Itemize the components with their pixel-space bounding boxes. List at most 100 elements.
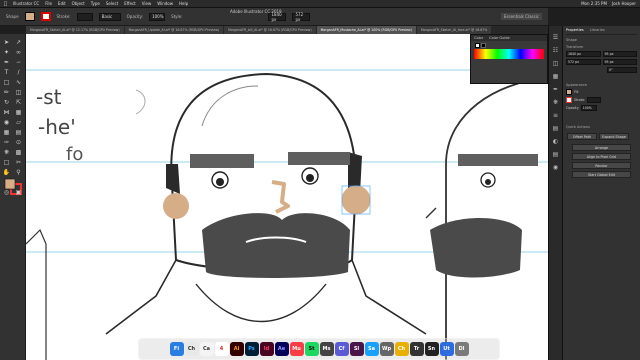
- magic-wand-tool-icon[interactable]: ✦: [1, 48, 13, 58]
- width-tool-icon[interactable]: ⋈: [1, 108, 13, 118]
- dock-app-aftereffects[interactable]: Ae: [274, 342, 289, 356]
- color-tab[interactable]: Color: [474, 36, 483, 40]
- stroke-panel-icon[interactable]: ≡: [553, 112, 558, 119]
- black-swatch[interactable]: [481, 43, 486, 48]
- pen-tool-icon[interactable]: ✒: [1, 58, 13, 68]
- screen-mode-icon[interactable]: ▣: [13, 188, 25, 198]
- opacity-field-props[interactable]: 100%: [580, 105, 597, 111]
- direct-selection-tool-icon[interactable]: ↗: [13, 38, 25, 48]
- stroke-weight-props[interactable]: [586, 97, 601, 103]
- dock-app-music[interactable]: Mu: [289, 342, 304, 356]
- dock-app-illustrator[interactable]: Ai: [229, 342, 244, 356]
- swatches-panel-icon[interactable]: ▦: [553, 73, 559, 80]
- h-field[interactable]: 95 px: [602, 59, 637, 65]
- dock-app-2[interactable]: Ch: [184, 342, 199, 356]
- mesh-tool-icon[interactable]: ▦: [1, 128, 13, 138]
- stroke-swatch[interactable]: [40, 12, 51, 21]
- tab-libraries[interactable]: Libraries: [590, 28, 605, 32]
- y-field[interactable]: 572 px: [566, 59, 601, 65]
- brushes-panel-icon[interactable]: ✒: [553, 86, 558, 93]
- transparency-panel-icon[interactable]: ◐: [553, 138, 558, 145]
- line-tool-icon[interactable]: ∕: [13, 68, 25, 78]
- color-guide-tab[interactable]: Color Guide: [489, 36, 510, 40]
- dock-app-slack[interactable]: Sl: [349, 342, 364, 356]
- expand-shape-button[interactable]: Expand Shape: [599, 133, 629, 140]
- free-transform-tool-icon[interactable]: ▦: [13, 108, 25, 118]
- menu-app[interactable]: Illustrator CC: [13, 1, 39, 6]
- menu-view[interactable]: View: [142, 1, 152, 6]
- graph-tool-icon[interactable]: ▩: [13, 148, 25, 158]
- white-swatch[interactable]: [475, 43, 480, 48]
- appearance-fill-swatch[interactable]: [566, 89, 572, 95]
- user-label[interactable]: Josh Hooper: [612, 1, 636, 6]
- tab-doc-5[interactable]: MorganAFR_Sketch_AI_face.ai* @ 16.67%: [416, 26, 492, 34]
- dock-app-11[interactable]: Ms: [319, 342, 334, 356]
- menu-type[interactable]: Type: [91, 1, 100, 6]
- menu-help[interactable]: Help: [179, 1, 188, 6]
- tab-doc-1[interactable]: MorganAFR_Sketch_AI.ai* @ 12.17% (RGB/GP…: [26, 26, 124, 34]
- height-field[interactable]: 572 px: [292, 12, 311, 22]
- angle-field[interactable]: 0°: [607, 67, 637, 73]
- paintbrush-tool-icon[interactable]: ∿: [13, 78, 25, 88]
- tab-doc-2[interactable]: MorganAFR_Update_AI.ai* @ 16.67% (RGB/GP…: [124, 26, 224, 34]
- tab-doc-4[interactable]: MorganAFR_Mustache_AI.ai* @ 100% (RGB/GP…: [316, 26, 416, 34]
- slice-tool-icon[interactable]: ✂: [13, 158, 25, 168]
- workspace-switcher[interactable]: Essentials Classic: [500, 13, 542, 20]
- tab-properties[interactable]: Properties: [566, 28, 584, 32]
- start-global-edit-button[interactable]: Start Global Edit: [572, 171, 631, 178]
- dock-app-17[interactable]: Tr: [409, 342, 424, 356]
- curvature-tool-icon[interactable]: ∽: [13, 58, 25, 68]
- offset-path-button[interactable]: Offset Path: [567, 133, 597, 140]
- dock-app-15[interactable]: Wp: [379, 342, 394, 356]
- tab-doc-3[interactable]: MorganAFR_bill_AI.ai* @ 16.67% (RGB/GPU …: [224, 26, 316, 34]
- lasso-tool-icon[interactable]: ∞: [13, 48, 25, 58]
- symbol-sprayer-tool-icon[interactable]: ❋: [1, 148, 13, 158]
- properties-panel-icon[interactable]: ☰: [553, 34, 558, 41]
- dock-app-safari[interactable]: Sa: [364, 342, 379, 356]
- dock-app-3[interactable]: Ca: [199, 342, 214, 356]
- apple-menu-icon[interactable]: : [4, 1, 7, 7]
- pencil-tool-icon[interactable]: ✏: [1, 88, 13, 98]
- dock-app-trash[interactable]: Dl: [454, 342, 469, 356]
- stroke-weight-field[interactable]: [76, 12, 93, 21]
- color-spectrum[interactable]: [474, 49, 544, 59]
- menu-object[interactable]: Object: [72, 1, 85, 6]
- menu-window[interactable]: Window: [157, 1, 173, 6]
- gradient-panel-icon[interactable]: ▤: [553, 125, 559, 132]
- appearance-stroke-swatch[interactable]: [566, 97, 572, 103]
- arrange-button[interactable]: Arrange: [572, 144, 631, 151]
- menu-select[interactable]: Select: [106, 1, 118, 6]
- recolor-button[interactable]: Recolor: [572, 162, 631, 169]
- w-field[interactable]: 95 px: [602, 51, 637, 57]
- dock-app-finder[interactable]: Fi: [169, 342, 184, 356]
- dock-app-12[interactable]: Cf: [334, 342, 349, 356]
- dock-app-spotify[interactable]: St: [304, 342, 319, 356]
- fill-swatch[interactable]: [24, 12, 35, 21]
- selection-tool-icon[interactable]: ➤: [1, 38, 13, 48]
- symbols-panel-icon[interactable]: ❋: [553, 99, 558, 106]
- libraries-panel-icon[interactable]: ☷: [553, 47, 558, 54]
- menu-edit[interactable]: Edit: [58, 1, 66, 6]
- shape-builder-tool-icon[interactable]: ◉: [1, 118, 13, 128]
- rotate-tool-icon[interactable]: ↻: [1, 98, 13, 108]
- rectangle-tool-icon[interactable]: □: [1, 78, 13, 88]
- eyedropper-tool-icon[interactable]: ✑: [1, 138, 13, 148]
- pathfinder-panel-icon[interactable]: ◉: [553, 164, 558, 171]
- hand-tool-icon[interactable]: ✋: [1, 168, 13, 178]
- opacity-field[interactable]: 100%: [149, 12, 166, 21]
- dock-app-chrome[interactable]: Ch: [394, 342, 409, 356]
- dock-app-indesign[interactable]: Id: [259, 342, 274, 356]
- dock-app-19[interactable]: Ut: [439, 342, 454, 356]
- layers-panel-icon[interactable]: ◫: [553, 60, 559, 67]
- scale-tool-icon[interactable]: ⇱: [13, 98, 25, 108]
- brush-field[interactable]: Basic: [98, 12, 121, 21]
- align-pixel-grid-button[interactable]: Align to Pixel Grid: [572, 153, 631, 160]
- dock-app-calendar[interactable]: 4: [214, 342, 229, 356]
- menu-file[interactable]: File: [45, 1, 52, 6]
- zoom-tool-icon[interactable]: ⚲: [13, 168, 25, 178]
- eraser-tool-icon[interactable]: ◫: [13, 88, 25, 98]
- draw-mode-icon[interactable]: ◎: [1, 188, 13, 198]
- dock-app-18[interactable]: Sn: [424, 342, 439, 356]
- perspective-tool-icon[interactable]: ▱: [13, 118, 25, 128]
- menu-effect[interactable]: Effect: [124, 1, 136, 6]
